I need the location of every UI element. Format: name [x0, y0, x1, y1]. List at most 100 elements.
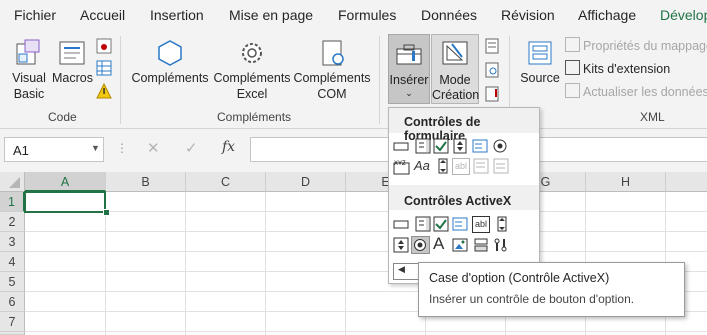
activex-option-button-icon[interactable] — [411, 236, 430, 254]
column-header-d[interactable]: D — [266, 172, 346, 192]
activex-controls-title: Contrôles ActiveX — [404, 194, 512, 208]
tab-affichage[interactable]: Affichage — [578, 7, 636, 23]
fill-handle[interactable] — [103, 209, 110, 216]
grid-line — [345, 192, 346, 335]
activex-button-icon[interactable] — [393, 216, 409, 232]
button-control-icon[interactable] — [393, 138, 409, 154]
complements-com-button[interactable]: Compléments COM — [292, 38, 372, 102]
row-header-2[interactable]: 2 — [0, 212, 25, 232]
activex-more-controls-icon[interactable] — [493, 237, 509, 253]
source-button[interactable]: Source — [517, 38, 563, 86]
gear-icon — [242, 43, 262, 63]
activex-image-icon[interactable] — [452, 237, 468, 253]
column-header-h[interactable]: H — [586, 172, 666, 192]
tab-accueil[interactable]: Accueil — [80, 7, 125, 23]
macros-icon — [59, 41, 85, 65]
activex-scrollbar-icon[interactable] — [494, 216, 510, 232]
row-header-1[interactable]: 1 — [0, 192, 25, 212]
group-box-control-icon[interactable]: XYZ — [393, 159, 410, 175]
svg-text:XYZ: XYZ — [394, 161, 406, 167]
inserer-button[interactable]: Insérer ⌄ — [388, 34, 430, 104]
map-properties-icon — [565, 37, 580, 52]
hexagon-addin-icon — [158, 40, 182, 66]
proprietes-mappage-button[interactable]: Propriétés du mappage — [565, 37, 707, 53]
row-header-6[interactable]: 6 — [0, 292, 25, 312]
expansion-packs-icon — [565, 60, 580, 75]
toolbox-icon — [396, 44, 422, 65]
select-all-corner[interactable] — [0, 172, 25, 192]
run-dialog-icon[interactable] — [484, 86, 500, 102]
combobox-control-icon[interactable] — [415, 138, 431, 154]
tab-mise-en-page[interactable]: Mise en page — [229, 7, 313, 23]
refresh-data-icon — [565, 83, 580, 98]
activex-listbox-icon[interactable] — [452, 216, 468, 232]
row-header-5[interactable]: 5 — [0, 272, 25, 292]
actualiser-donnees-button[interactable]: Actualiser les données — [565, 83, 707, 99]
tab-formules[interactable]: Formules — [338, 7, 396, 23]
tab-donnees[interactable]: Données — [421, 7, 477, 23]
properties-icon[interactable] — [484, 38, 500, 54]
name-box[interactable]: A1 ▼ — [4, 137, 104, 162]
grid-line — [25, 331, 707, 332]
visual-basic-button[interactable]: Visual Basic — [6, 38, 52, 102]
tooltip-description: Insérer un contrôle de bouton d'option. — [429, 292, 635, 306]
row-header-3[interactable]: 3 — [0, 232, 25, 252]
activex-checkbox-icon[interactable] — [433, 216, 449, 232]
checkbox-control-icon[interactable] — [433, 138, 449, 154]
grid-line — [25, 231, 707, 232]
combo-list-disabled-icon — [473, 158, 489, 174]
column-header-a[interactable]: A — [25, 172, 106, 192]
selected-cell-a1[interactable] — [24, 191, 106, 213]
grid-line — [185, 192, 186, 335]
tab-fichier[interactable]: Fichier — [14, 7, 56, 23]
tab-developpeur[interactable]: Développeur — [660, 7, 707, 23]
grid-line — [265, 192, 266, 335]
label-control-icon[interactable]: Aa — [414, 158, 430, 173]
grid-line — [25, 211, 707, 212]
group-separator — [120, 36, 121, 124]
tab-revision[interactable]: Révision — [501, 7, 555, 23]
column-header-partial[interactable] — [666, 172, 707, 192]
relative-references-icon[interactable] — [96, 60, 112, 76]
complements-button[interactable]: Compléments — [130, 38, 210, 86]
group-label-code: Code — [48, 110, 77, 124]
kits-extension-button[interactable]: Kits d'extension — [565, 60, 670, 76]
row-header-4[interactable]: 4 — [0, 252, 25, 272]
listbox-control-icon[interactable] — [472, 138, 488, 154]
ribbon-tab-bar: Fichier Accueil Insertion Mise en page F… — [0, 0, 707, 32]
record-macro-icon[interactable] — [96, 38, 112, 54]
macro-security-warning-icon[interactable] — [96, 83, 112, 99]
spin-button-control-icon[interactable] — [452, 138, 468, 154]
chevron-down-icon[interactable]: ▼ — [91, 143, 100, 153]
com-addin-icon — [322, 40, 344, 66]
group-label-xml: XML — [640, 110, 665, 124]
activex-label-icon[interactable]: A — [433, 234, 444, 254]
macros-button[interactable]: Macros — [52, 38, 93, 86]
column-header-b[interactable]: B — [106, 172, 186, 192]
tooltip: Case d'option (Contrôle ActiveX) Insérer… — [418, 262, 685, 317]
option-button-control-icon[interactable] — [492, 138, 508, 154]
textfield-control-disabled-icon: abl — [452, 158, 470, 175]
chevron-down-icon: ⌄ — [405, 88, 413, 98]
activex-combobox-icon[interactable] — [415, 216, 431, 232]
activex-spin-button-icon[interactable] — [393, 237, 409, 253]
inserer-controls-dropdown: Contrôles de formulaire XYZ Aa abl Contr… — [388, 107, 540, 284]
tab-insertion[interactable]: Insertion — [150, 7, 204, 23]
enter-check-icon[interactable]: ✓ — [185, 139, 198, 157]
group-label-complements: Compléments — [217, 110, 292, 124]
cancel-icon[interactable]: ✕ — [147, 139, 160, 157]
insert-function-icon[interactable]: fx — [222, 139, 235, 155]
column-header-c[interactable]: C — [186, 172, 266, 192]
view-code-icon[interactable] — [484, 62, 500, 78]
activex-toggle-button-icon[interactable] — [473, 237, 489, 253]
combo-dropdown-disabled-icon — [493, 158, 509, 174]
row-header-7[interactable]: 7 — [0, 312, 25, 332]
complements-excel-button[interactable]: Compléments Excel — [212, 38, 292, 102]
scrollbar-control-icon[interactable] — [435, 158, 451, 174]
mode-creation-button[interactable]: Mode Création — [431, 34, 479, 104]
ruler-triangle-icon — [442, 41, 468, 65]
grid-line — [25, 251, 707, 252]
activex-textbox-icon[interactable]: abl — [472, 216, 490, 233]
visual-basic-icon — [16, 39, 40, 65]
xml-source-icon — [528, 41, 552, 65]
